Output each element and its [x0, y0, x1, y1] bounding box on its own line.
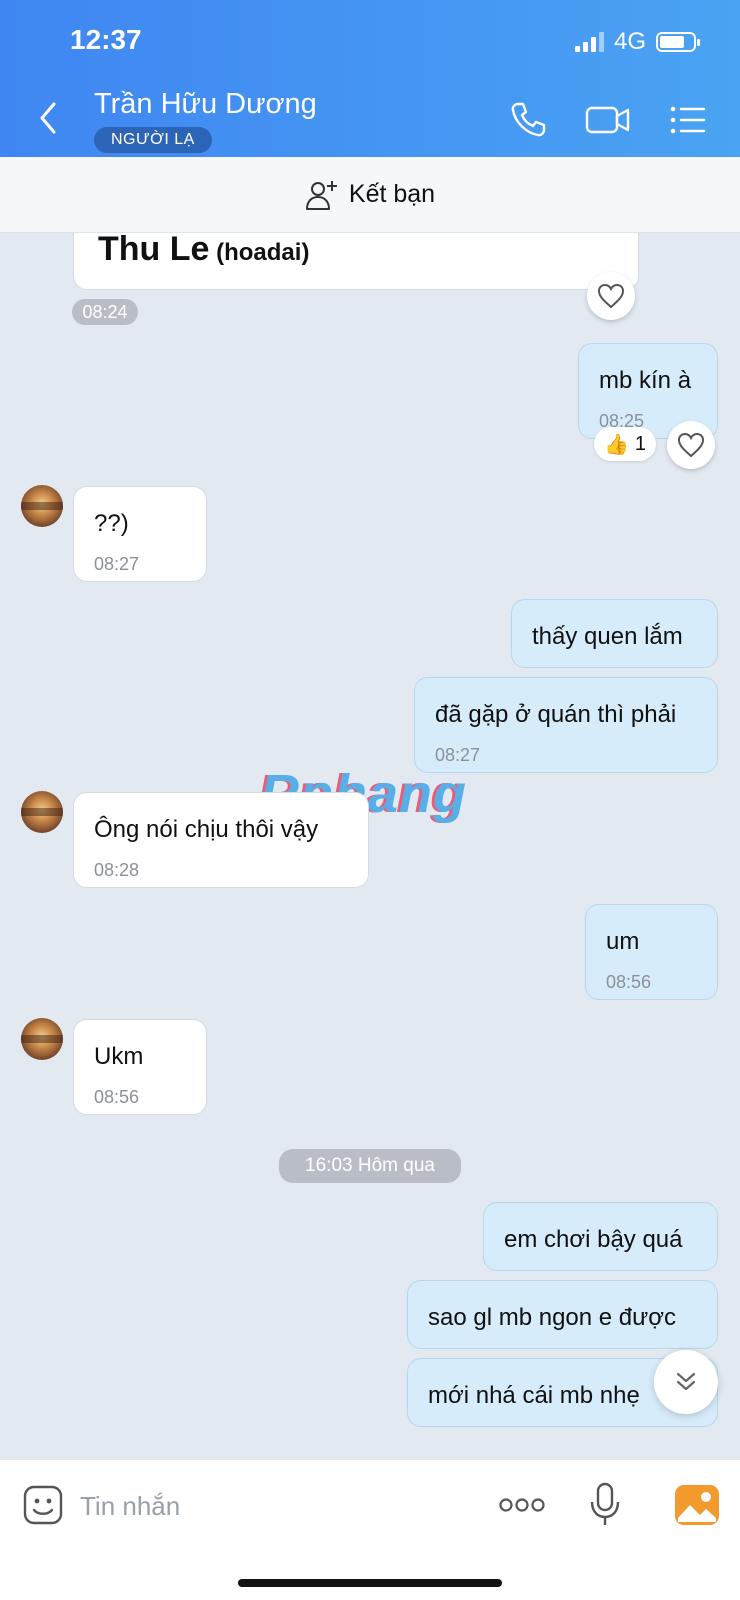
message-list[interactable]: Thu Le (hoadai) 08:24 mb kín à 08:25 👍 1…: [0, 233, 740, 1459]
status-time: 12:37: [70, 24, 142, 55]
avatar[interactable]: [21, 485, 63, 527]
message-text: mb kín à: [599, 367, 692, 394]
avatar[interactable]: [21, 791, 63, 833]
signal-icon: [574, 32, 604, 52]
add-friend-label: Kết bạn: [348, 180, 436, 208]
message-input[interactable]: [80, 1484, 460, 1528]
battery-icon: [656, 32, 700, 52]
card-name: Thu Le: [98, 233, 210, 268]
heart-react-icon[interactable]: [667, 421, 715, 469]
avatar[interactable]: [21, 1018, 63, 1060]
reaction-count: 1: [634, 432, 647, 455]
menu-list-icon[interactable]: [666, 98, 710, 142]
message-time: 08:56: [94, 1087, 140, 1107]
contact-name[interactable]: Trần Hữu Dương: [94, 88, 317, 121]
outgoing-message[interactable]: sao gl mb ngon e được: [407, 1280, 718, 1349]
incoming-message[interactable]: ??) 08:27: [73, 486, 207, 582]
home-indicator: [238, 1579, 502, 1587]
message-text: um: [606, 928, 640, 955]
scroll-to-bottom-button[interactable]: [654, 1350, 718, 1414]
add-friend-button[interactable]: Kết bạn: [0, 157, 740, 233]
date-separator: 16:03 Hôm qua: [279, 1149, 461, 1183]
stranger-badge: NGƯỜI LẠ: [94, 127, 212, 153]
chat-header: 12:37 4G Trần Hữu Dương NGƯỜI LẠ: [0, 0, 740, 157]
add-friend-icon: [305, 180, 337, 210]
outgoing-message[interactable]: thấy quen lắm: [511, 599, 718, 668]
message-text: sao gl mb ngon e được: [428, 1304, 676, 1331]
message-text: đã gặp ở quán thì phải: [435, 701, 677, 728]
message-time: 08:24: [72, 299, 138, 325]
message-time: 08:28: [94, 860, 140, 880]
thumbs-up-icon: 👍: [604, 433, 629, 456]
message-text: mới nhá cái mb nhẹ: [428, 1382, 640, 1409]
message-time: 08:27: [94, 554, 140, 574]
message-text: em chơi bậy quá: [504, 1226, 683, 1253]
incoming-message[interactable]: Ông nói chịu thôi vậy 08:28: [73, 792, 369, 888]
message-text: Ông nói chịu thôi vậy: [94, 816, 319, 843]
contact-card-message[interactable]: Thu Le (hoadai): [73, 233, 639, 290]
heart-react-icon[interactable]: [587, 272, 635, 320]
message-text: thấy quen lắm: [532, 623, 683, 650]
message-time: 08:56: [606, 972, 652, 992]
video-call-icon[interactable]: [584, 98, 632, 142]
microphone-icon[interactable]: [578, 1478, 632, 1532]
outgoing-message[interactable]: um 08:56: [585, 904, 718, 1000]
outgoing-message[interactable]: em chơi bậy quá: [483, 1202, 718, 1271]
status-indicators: 4G: [574, 28, 700, 56]
image-gallery-icon[interactable]: [670, 1478, 724, 1532]
incoming-message[interactable]: Ukm 08:56: [73, 1019, 207, 1115]
message-text: ??): [94, 510, 129, 537]
double-chevron-down-icon: [676, 1372, 696, 1391]
card-handle: (hoadai): [216, 239, 310, 266]
more-options-icon[interactable]: [495, 1478, 549, 1532]
back-icon[interactable]: [34, 100, 64, 136]
reaction-badge[interactable]: 👍 1: [594, 427, 657, 461]
message-text: Ukm: [94, 1043, 144, 1070]
sticker-icon[interactable]: [16, 1478, 70, 1532]
phone-icon[interactable]: [506, 98, 550, 142]
message-time: 08:27: [435, 745, 481, 765]
outgoing-message[interactable]: đã gặp ở quán thì phải 08:27: [414, 677, 718, 773]
network-label: 4G: [613, 28, 646, 55]
